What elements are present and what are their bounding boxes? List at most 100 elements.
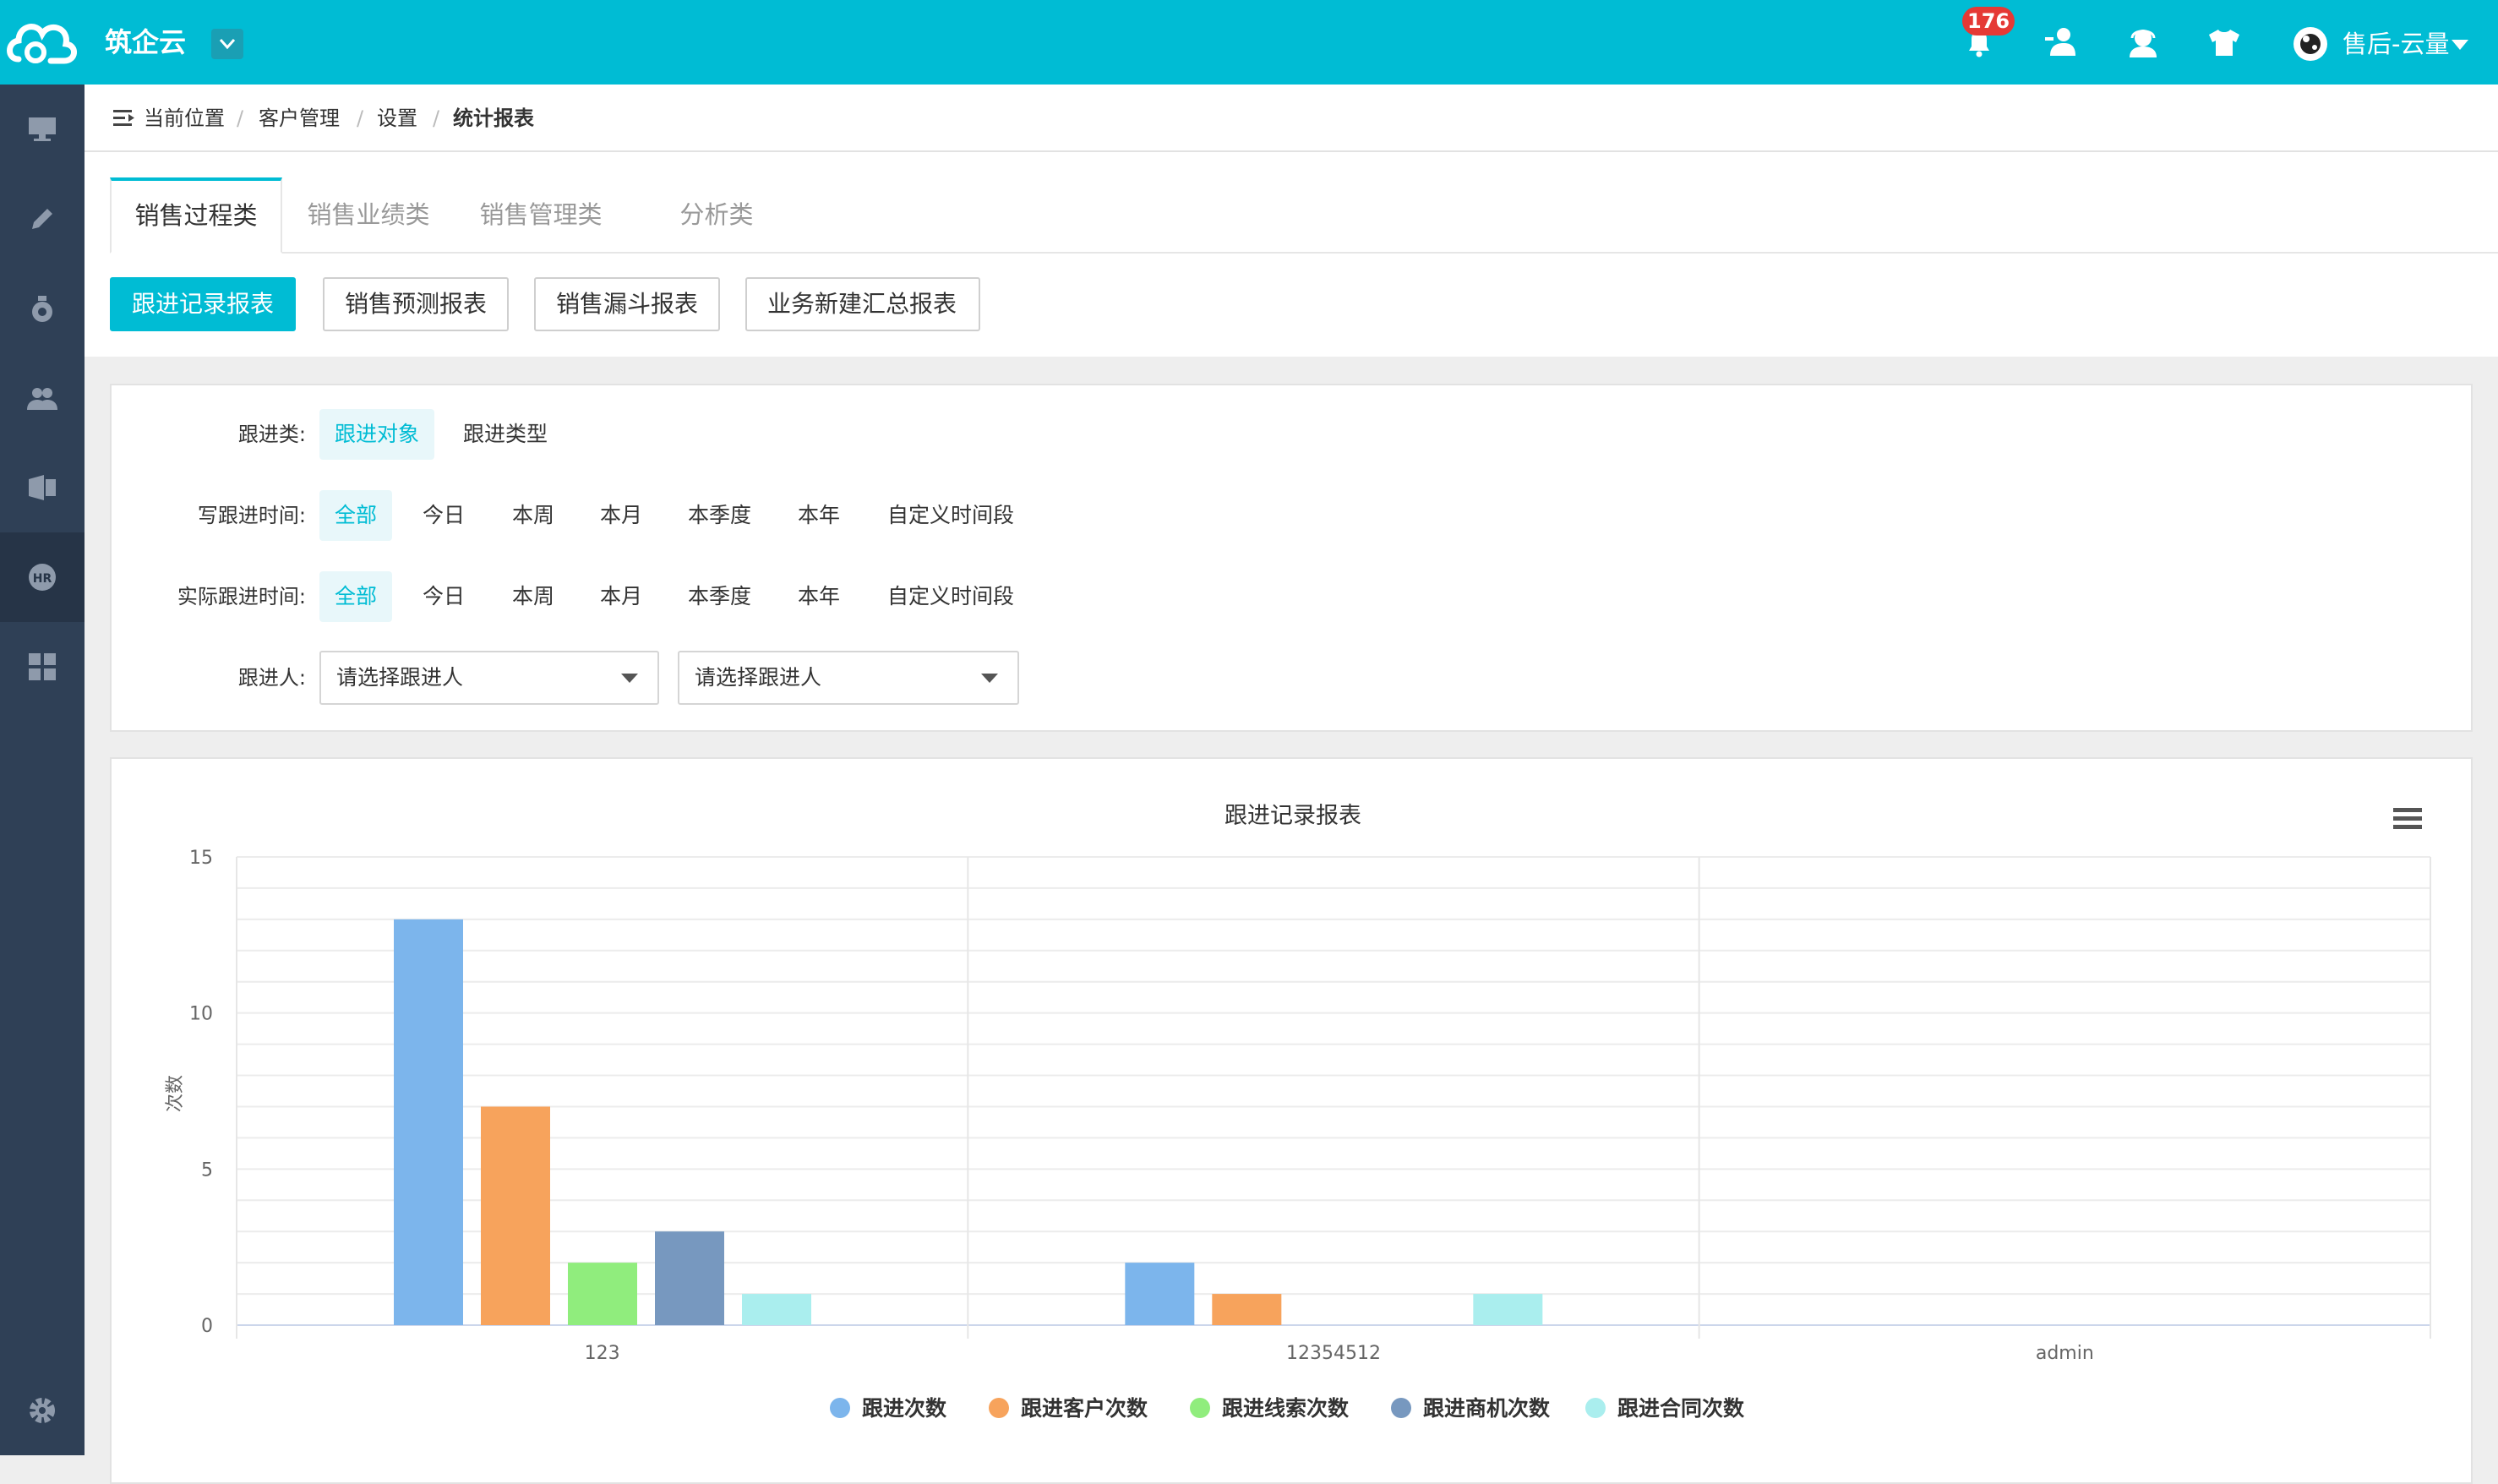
x-tick-label: 12354512 [1286,1343,1381,1364]
tab-sales-management[interactable]: 销售管理类 [455,177,627,252]
breadcrumb-settings[interactable]: 设置 [377,101,417,135]
notification-badge: 176 [1962,7,2015,35]
chart-panel: 0 5 10 15 123 12354512 admin 跟进次数 跟进客户次数 跟进线索次数… [110,757,2473,1484]
write-time-option-week[interactable]: 本周 [497,490,570,541]
bar[interactable] [568,1263,637,1325]
contact-user-icon[interactable] [2043,24,2081,61]
actual-time-option-month[interactable]: 本月 [585,571,657,622]
sidebar-item-office[interactable] [0,443,85,532]
legend-item[interactable]: 跟进商机次数 [1423,1396,1551,1421]
write-time-option-quarter[interactable]: 本季度 [673,490,766,541]
breadcrumb-customer-management[interactable]: 客户管理 [259,101,340,135]
follow-up-person-select-2[interactable]: 请选择跟进人 [678,651,1019,705]
sidebar-item-edit[interactable] [0,174,85,264]
report-type-panel: 销售过程类 销售业绩类 销售管理类 分析类 跟进记录报表 销售预测报表 销售漏斗… [85,152,2498,357]
tab-sales-performance[interactable]: 销售业绩类 [282,177,455,252]
y-tick-label: 15 [189,848,213,869]
tab-analysis[interactable]: 分析类 [632,177,801,252]
actual-time-option-week[interactable]: 本周 [497,571,570,622]
legend-marker[interactable] [1391,1398,1411,1418]
actual-time-option-all[interactable]: 全部 [319,571,393,622]
legend-item[interactable]: 跟进次数 [862,1396,947,1421]
sidebar-item-money[interactable] [0,264,85,353]
menu-indent-icon[interactable] [113,108,135,128]
sidebar-item-desktop[interactable] [0,85,85,174]
bar[interactable] [1125,1263,1195,1325]
actual-time-option-custom[interactable]: 自定义时间段 [872,571,1029,622]
sidebar-item-settings[interactable] [0,1366,85,1455]
actual-time-label: 实际跟进时间: [177,585,306,608]
write-time-label: 写跟进时间: [197,504,306,527]
chart-title: 跟进记录报表 [1224,803,1361,829]
filter-option-follow-up-type[interactable]: 跟进类型 [448,409,563,460]
bar[interactable] [742,1294,811,1325]
user-name[interactable]: 售后-云量 [2343,25,2449,63]
follow-up-record-report-button[interactable]: 跟进记录报表 [110,277,296,331]
y-tick-label: 10 [189,1004,213,1025]
business-summary-report-button[interactable]: 业务新建汇总报表 [745,277,980,331]
breadcrumb-separator: / [237,106,244,130]
bar[interactable] [394,919,463,1325]
filter-panel: 跟进类: 跟进对象 跟进类型 写跟进时间: 全部 今日 本周 本月 本季度 本年… [110,384,2473,732]
actual-time-option-today[interactable]: 今日 [407,571,480,622]
write-time-option-month[interactable]: 本月 [585,490,657,541]
follow-up-person-select-1[interactable]: 请选择跟进人 [319,651,659,705]
breadcrumb-statistics-report: 统计报表 [453,106,534,130]
shirt-skin-icon[interactable] [2206,24,2243,61]
legend-marker[interactable] [1585,1398,1606,1418]
x-tick-label: 123 [585,1343,620,1364]
grid-icon [29,653,56,680]
filter-option-follow-up-object[interactable]: 跟进对象 [319,409,435,460]
legend-item[interactable]: 跟进线索次数 [1222,1396,1350,1421]
legend-marker[interactable] [989,1398,1009,1418]
chart-context-menu-icon[interactable] [2392,805,2425,833]
y-axis-label: 次数 [165,1075,186,1112]
bar[interactable] [481,1106,550,1325]
caret-down-icon [981,674,998,683]
bar[interactable] [1473,1294,1543,1325]
hr-icon: HR [29,564,56,591]
caret-down-icon[interactable] [2451,39,2469,51]
money-bag-icon [32,296,52,322]
sidebar: HR [0,85,85,1455]
sidebar-item-hr[interactable]: HR [0,532,85,622]
legend-marker[interactable] [1190,1398,1210,1418]
sidebar-item-apps[interactable] [0,622,85,712]
legend-item[interactable]: 跟进合同次数 [1617,1396,1745,1421]
legend-marker[interactable] [830,1398,850,1418]
brand-dropdown-button[interactable] [211,29,243,59]
y-tick-label: 5 [201,1159,213,1181]
bar[interactable] [1212,1294,1282,1325]
actual-time-option-year[interactable]: 本年 [783,571,855,622]
brand-name: 筑企云 [105,26,187,58]
sales-funnel-report-button[interactable]: 销售漏斗报表 [534,277,720,331]
tab-sales-process[interactable]: 销售过程类 [110,177,282,254]
bar[interactable] [655,1231,724,1325]
write-time-option-all[interactable]: 全部 [319,490,393,541]
office-icon [29,475,56,500]
chevron-down-icon [219,39,236,50]
user-avatar[interactable] [2293,27,2327,61]
users-icon [27,388,57,410]
write-time-option-today[interactable]: 今日 [407,490,480,541]
customer-service-icon[interactable] [2124,24,2162,61]
report-tabs: 销售过程类 销售业绩类 销售管理类 分析类 [110,177,2498,254]
actual-time-option-quarter[interactable]: 本季度 [673,571,766,622]
follow-up-category-label: 跟进类: [237,423,306,446]
write-time-option-year[interactable]: 本年 [783,490,855,541]
monitor-icon [29,117,56,141]
follow-up-record-chart: 0 5 10 15 123 12354512 admin 跟进次数 跟进客户次数 跟进线索次数… [165,803,2431,1421]
legend-item[interactable]: 跟进客户次数 [1021,1396,1148,1421]
select-placeholder: 请选择跟进人 [336,665,464,690]
cloud-logo-icon[interactable] [0,0,85,85]
breadcrumb: 当前位置 / 客户管理 / 设置 / 统计报表 [85,85,2498,152]
x-tick-label: admin [2036,1343,2094,1364]
y-tick-label: 0 [201,1316,213,1337]
svg-text:HR: HR [33,572,52,586]
sales-forecast-report-button[interactable]: 销售预测报表 [323,277,509,331]
sidebar-item-customers[interactable] [0,353,85,443]
select-placeholder: 请选择跟进人 [695,665,822,690]
pencil-icon [32,209,52,229]
caret-down-icon [621,674,638,683]
write-time-option-custom[interactable]: 自定义时间段 [872,490,1029,541]
